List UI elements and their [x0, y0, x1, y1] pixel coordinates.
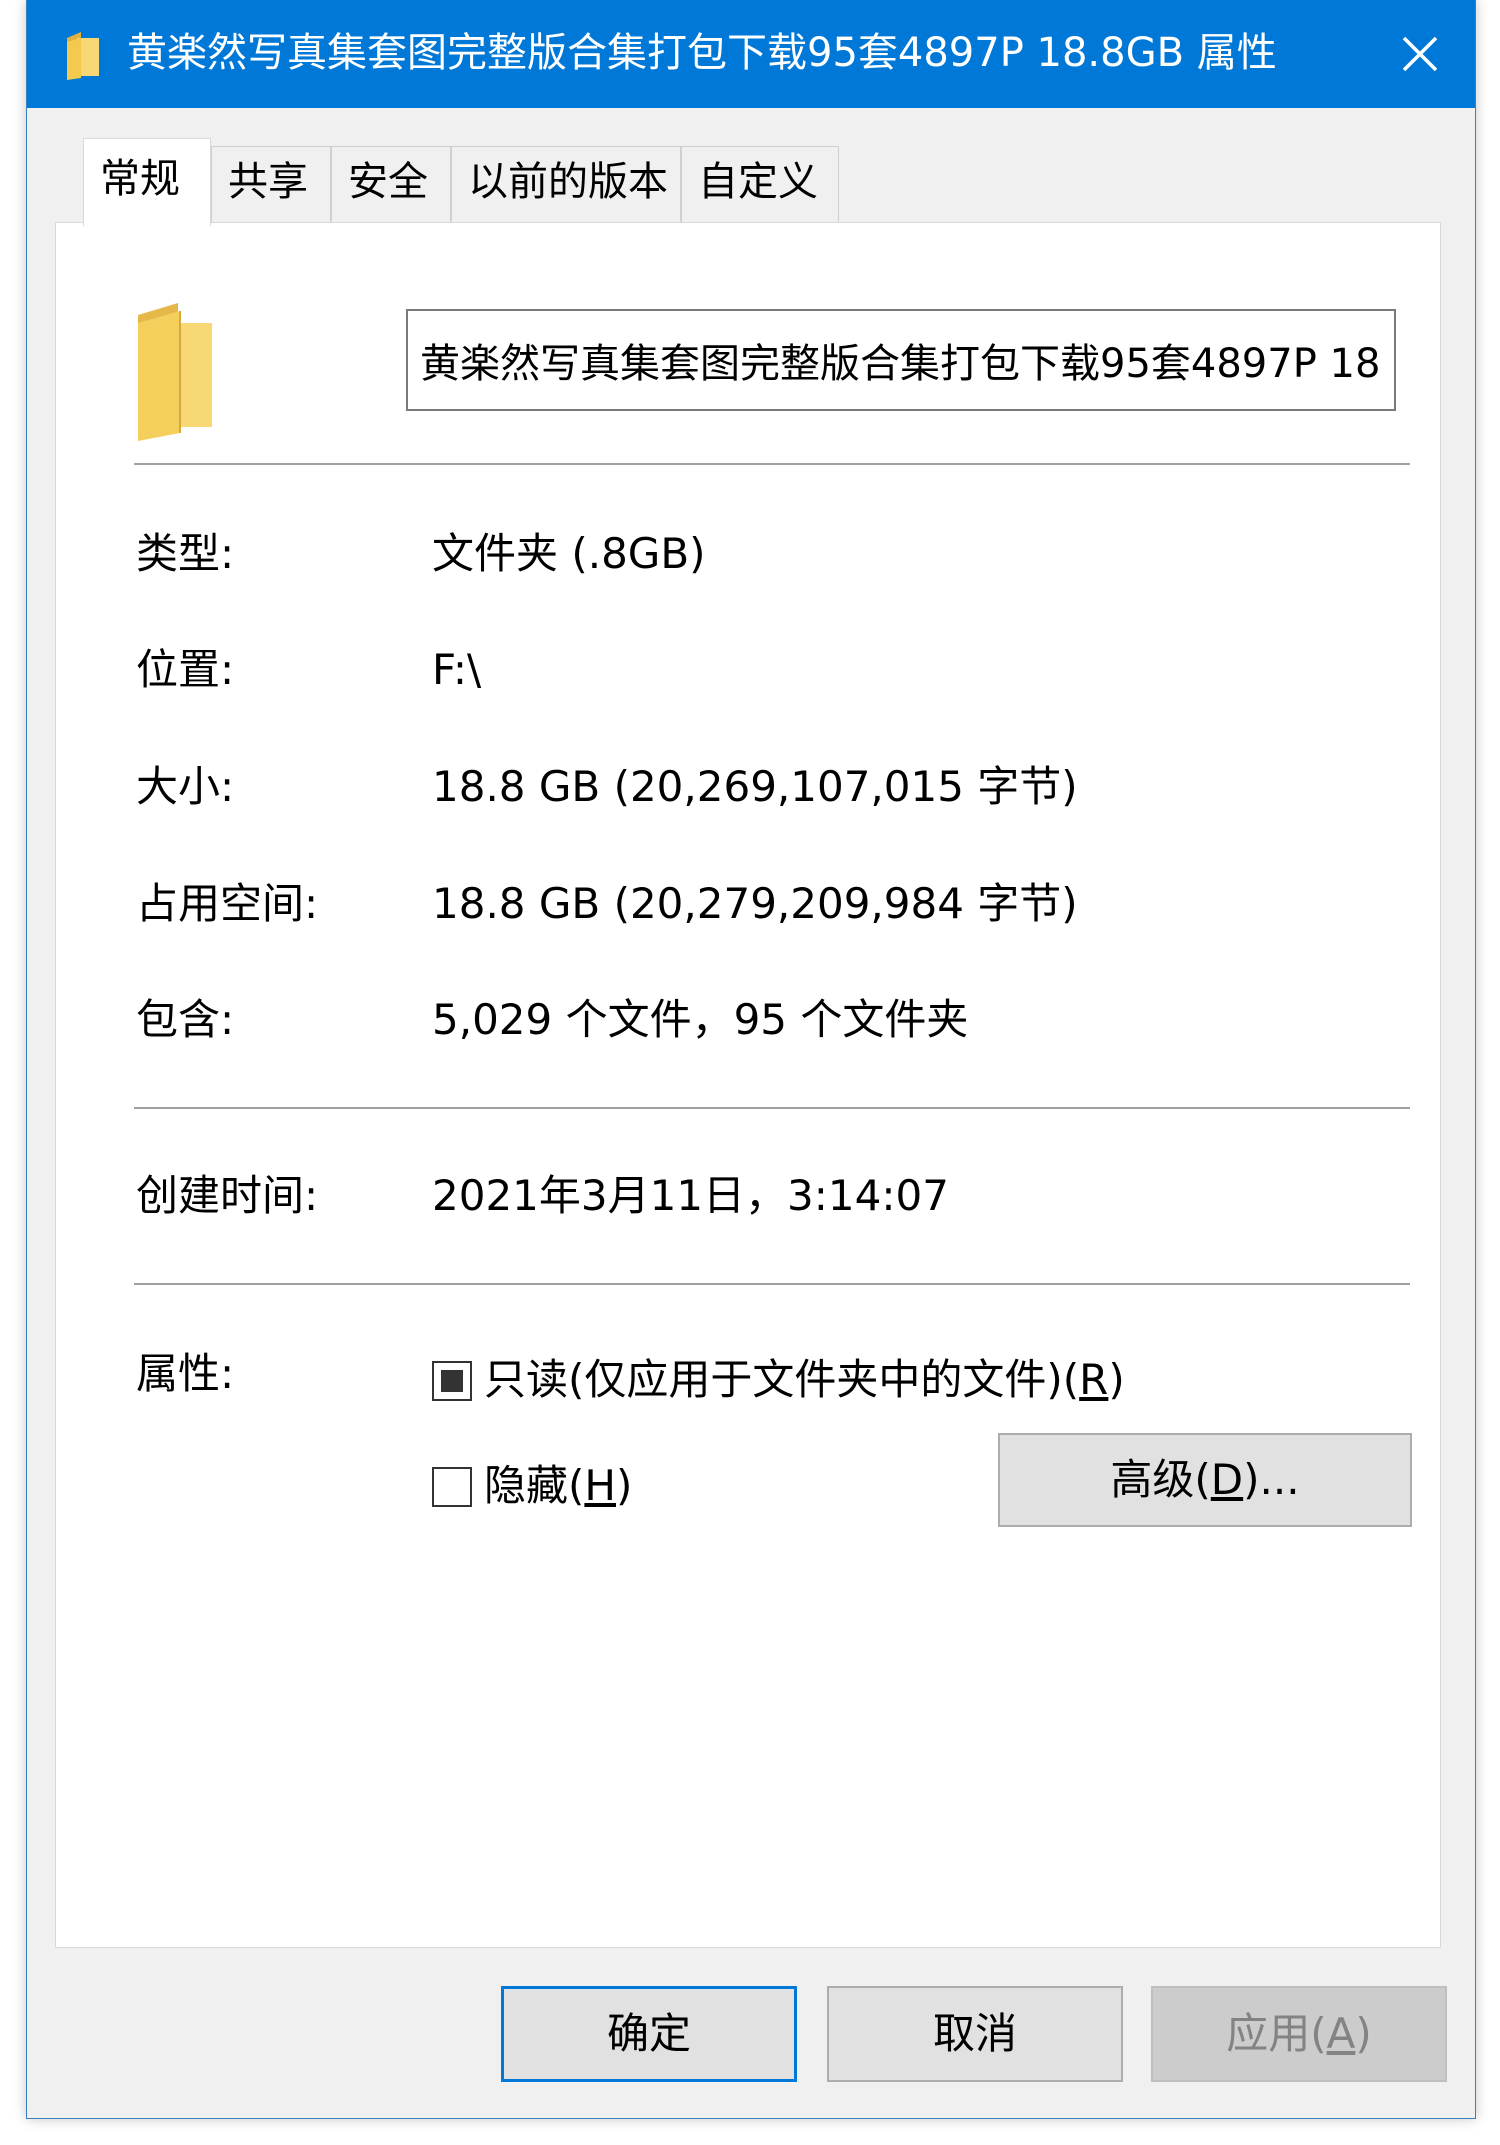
tab-label: 自定义	[698, 159, 818, 205]
readonly-suffix: )	[1108, 1355, 1125, 1404]
advanced-text: 高级(	[1110, 1455, 1211, 1504]
separator	[134, 1283, 1410, 1285]
type-value: 文件夹 (.8GB)	[432, 529, 706, 578]
tab-previous-versions[interactable]: 以前的版本	[451, 146, 681, 224]
created-value: 2021年3月11日，3:14:07	[432, 1171, 949, 1220]
contains-value: 5,029 个文件，95 个文件夹	[432, 995, 969, 1044]
apply-suffix: )	[1355, 2009, 1372, 2058]
tab-label: 安全	[348, 159, 428, 205]
tab-label: 以前的版本	[468, 159, 668, 205]
advanced-access-key: D	[1210, 1455, 1244, 1504]
size-label: 大小:	[136, 762, 235, 811]
hidden-suffix: )	[615, 1461, 633, 1510]
cancel-button[interactable]: 取消	[827, 1986, 1123, 2082]
hidden-checkbox[interactable]	[432, 1467, 472, 1507]
tab-label: 共享	[228, 159, 308, 205]
tab-general[interactable]: 常规	[83, 138, 211, 226]
readonly-text: 只读(仅应用于文件夹中的文件)(	[484, 1355, 1080, 1404]
readonly-checkbox[interactable]	[432, 1361, 472, 1401]
indeterminate-mark	[441, 1370, 463, 1392]
location-value: F:\	[432, 645, 482, 694]
ok-button[interactable]: 确定	[501, 1986, 797, 2082]
size-on-disk-value: 18.8 GB (20,279,209,984 字节)	[432, 879, 1078, 928]
tab-sharing[interactable]: 共享	[211, 146, 331, 224]
hidden-label[interactable]: 隐藏(H)	[484, 1457, 632, 1515]
advanced-button[interactable]: 高级(D)...	[998, 1433, 1412, 1527]
readonly-label[interactable]: 只读(仅应用于文件夹中的文件)(R)	[484, 1351, 1125, 1409]
properties-window: 黄楽然写真集套图完整版合集打包下载95套4897P 18.8GB 属性 常规 共…	[26, 0, 1476, 2119]
apply-access-key: A	[1326, 2009, 1356, 2058]
tab-security[interactable]: 安全	[331, 146, 451, 224]
tab-label: 常规	[100, 156, 180, 202]
type-label: 类型:	[136, 529, 235, 578]
attributes-label: 属性:	[136, 1349, 235, 1398]
created-label: 创建时间:	[136, 1171, 319, 1220]
hidden-text: 隐藏(	[484, 1461, 585, 1510]
title-bar[interactable]: 黄楽然写真集套图完整版合集打包下载95套4897P 18.8GB 属性	[27, 0, 1475, 108]
window-title: 黄楽然写真集套图完整版合集打包下载95套4897P 18.8GB 属性	[127, 30, 1277, 76]
apply-text: 应用(	[1226, 2009, 1327, 2058]
general-tab-panel: 类型: 文件夹 (.8GB) 位置: F:\ 大小: 18.8 GB (20,2…	[55, 222, 1441, 1948]
tab-customize[interactable]: 自定义	[681, 146, 839, 224]
hidden-access-key: H	[584, 1461, 616, 1510]
contains-label: 包含:	[136, 995, 235, 1044]
separator	[134, 1107, 1410, 1109]
apply-button[interactable]: 应用(A)	[1151, 1986, 1447, 2082]
close-button[interactable]	[1365, 0, 1475, 108]
readonly-access-key: R	[1079, 1355, 1109, 1404]
folder-name-input[interactable]	[406, 309, 1396, 411]
size-value: 18.8 GB (20,269,107,015 字节)	[432, 762, 1078, 811]
size-on-disk-label: 占用空间:	[136, 879, 319, 928]
advanced-suffix: )...	[1243, 1455, 1300, 1504]
folder-icon	[67, 32, 99, 80]
folder-icon	[138, 303, 212, 441]
separator	[134, 463, 1410, 465]
close-icon	[1402, 36, 1438, 72]
location-label: 位置:	[136, 645, 235, 694]
